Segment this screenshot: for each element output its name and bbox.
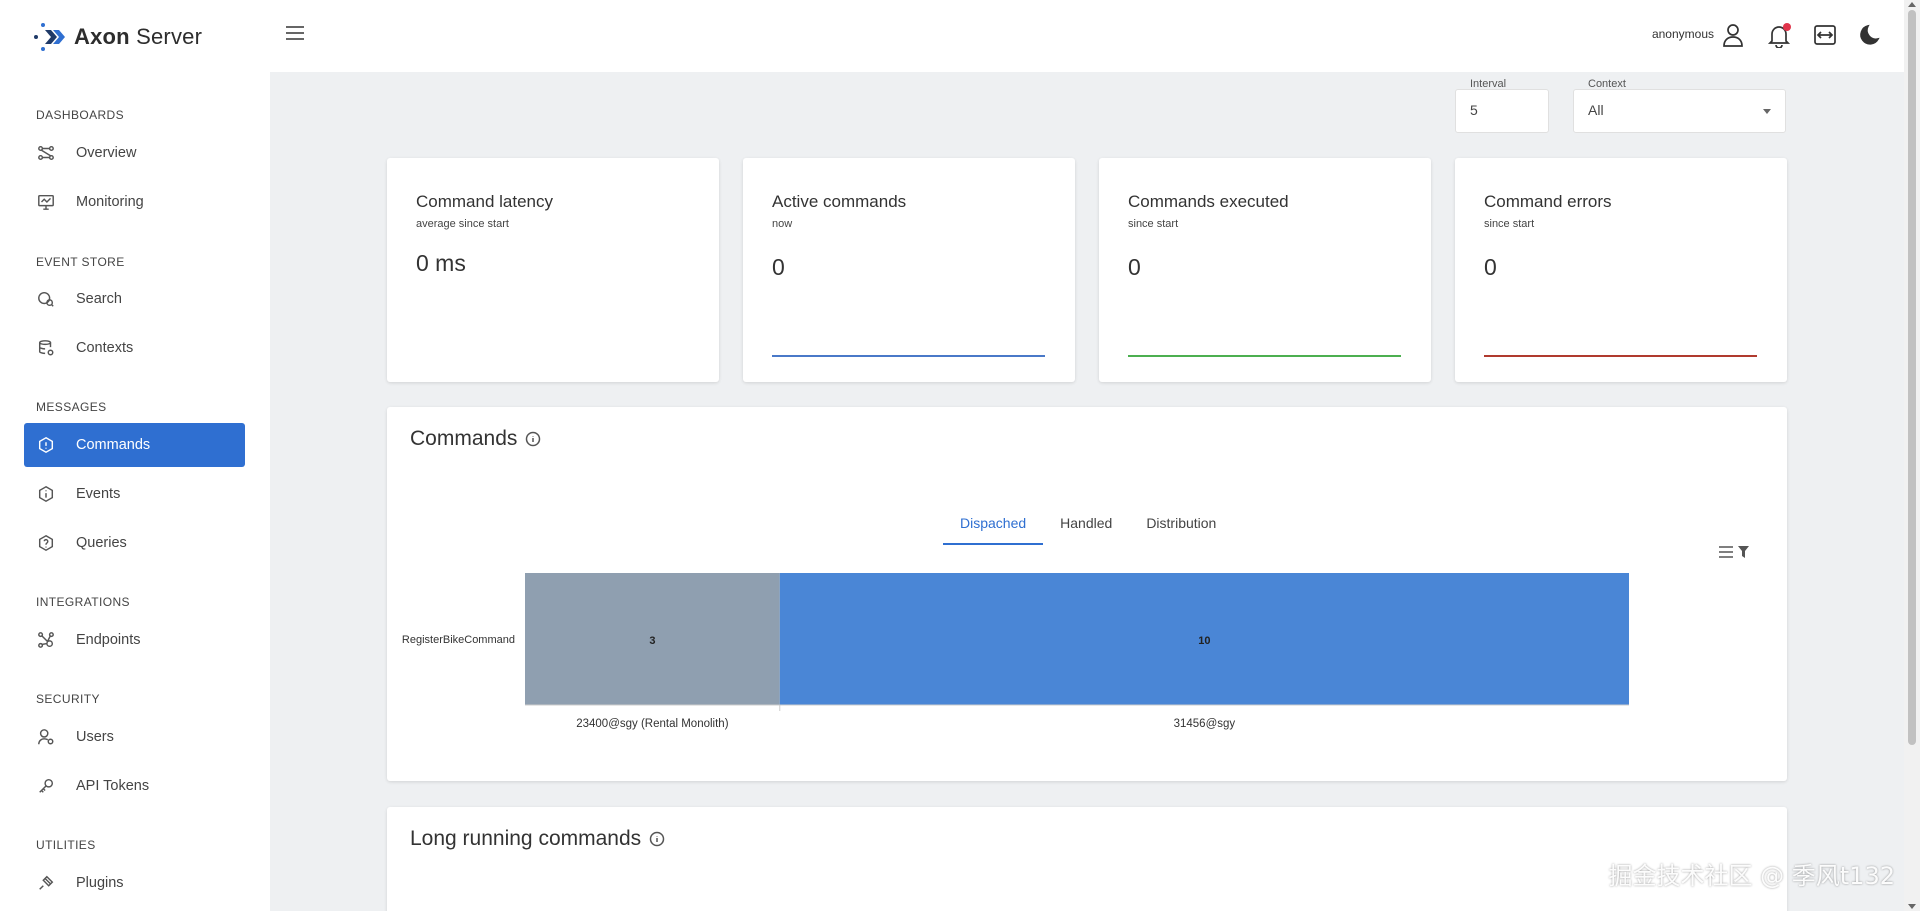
commands-panel: Commands Dispached Handled Distribution … [387, 407, 1787, 781]
panel-title-text: Long running commands [410, 827, 642, 850]
sidebar: Axon Server DASHBOARDS Overview Monitori… [0, 0, 270, 911]
nav-section-event-store: EVENT STORE [36, 255, 125, 269]
stat-subtitle: since start [1128, 218, 1179, 230]
stat-title: Command latency [416, 192, 554, 211]
sidebar-item-events[interactable]: Events [24, 472, 245, 516]
query-icon [36, 533, 56, 553]
logo[interactable]: Axon Server [30, 18, 202, 56]
scroll-down-arrow-icon[interactable] [1908, 904, 1916, 909]
top-bar: anonymous [270, 0, 1904, 72]
sidebar-item-users[interactable]: Users [24, 715, 245, 759]
axon-logo-icon [34, 23, 65, 51]
sidebar-item-label: Plugins [76, 875, 124, 891]
dark-mode-moon-icon[interactable] [1858, 22, 1884, 48]
menu-toggle-icon[interactable] [286, 26, 304, 42]
sparkline [1484, 355, 1757, 357]
sidebar-item-api-tokens[interactable]: API Tokens [24, 764, 245, 808]
sidebar-item-monitoring[interactable]: Monitoring [24, 180, 245, 224]
nav-section-integrations: INTEGRATIONS [36, 595, 130, 609]
user-icon[interactable] [1720, 22, 1746, 48]
scroll-thumb[interactable] [1908, 10, 1916, 745]
nav-section-utilities: UTILITIES [36, 838, 96, 852]
stat-card-active-commands: Active commands now 0 [743, 158, 1075, 382]
sidebar-item-contexts[interactable]: Contexts [24, 326, 245, 370]
y-tick-label: RegisterBikeCommand [402, 634, 515, 646]
search-icon [36, 289, 56, 309]
long-running-panel-title: Long running commands [410, 827, 665, 851]
stat-subtitle: now [772, 218, 793, 230]
x-tick-label: 23400@sgy (Rental Monolith) [576, 718, 728, 730]
sidebar-item-label: Contexts [76, 340, 134, 356]
notification-dot [1783, 23, 1791, 31]
interval-input[interactable]: Interval 5 [1455, 78, 1549, 133]
interval-value: 5 [1470, 102, 1478, 118]
sidebar-item-label: API Tokens [76, 778, 150, 794]
sidebar-item-label: Overview [76, 145, 137, 161]
data-label: 3 [649, 635, 655, 647]
sparkline [772, 355, 1045, 357]
sidebar-item-search[interactable]: Search [24, 277, 245, 321]
sidebar-item-label: Users [76, 729, 114, 745]
stat-card-commands-executed: Commands executed since start 0 [1099, 158, 1431, 382]
main-content: Interval 5 Context All Command latency a… [270, 72, 1904, 911]
stat-title: Command errors [1484, 192, 1612, 211]
sidebar-item-label: Queries [76, 535, 127, 551]
sidebar-item-plugins[interactable]: Plugins [24, 861, 245, 905]
sidebar-item-label: Endpoints [76, 632, 141, 648]
sidebar-item-label: Monitoring [76, 194, 144, 210]
data-label: 10 [1198, 635, 1210, 647]
commands-bar-chart: RegisterBikeCommand 3 23400@sgy (Rental Mo… [402, 573, 1629, 730]
sparkline [1128, 355, 1401, 357]
stat-value: 0 [1128, 254, 1141, 280]
page-scrollbar[interactable] [1904, 0, 1920, 911]
interval-label: Interval [1470, 78, 1507, 90]
scroll-up-arrow-icon[interactable] [1908, 2, 1916, 7]
x-tick-label: 31456@sgy [1174, 718, 1236, 730]
overview-icon [36, 143, 56, 163]
sidebar-item-label: Events [76, 486, 121, 502]
plugin-icon [36, 873, 56, 893]
endpoints-icon [36, 630, 56, 650]
context-select[interactable]: Context All [1573, 78, 1786, 133]
monitoring-icon [36, 192, 56, 212]
toggle-width-icon[interactable] [1812, 22, 1838, 48]
stat-value: 0 [772, 254, 785, 280]
context-label: Context [1588, 78, 1626, 90]
logo-text: Axon Server [74, 24, 203, 49]
sidebar-item-endpoints[interactable]: Endpoints [24, 618, 245, 662]
stat-card-command-errors: Command errors since start 0 [1455, 158, 1787, 382]
watermark-text: 掘金技术社区 @ 季风t132 [1608, 862, 1895, 890]
stat-value: 0 [1484, 254, 1497, 280]
command-icon [36, 435, 56, 455]
sidebar-item-commands[interactable]: Commands [24, 423, 245, 467]
stat-subtitle: since start [1484, 218, 1535, 230]
chevron-down-icon [1763, 109, 1771, 114]
user-name: anonymous [1651, 27, 1714, 41]
context-value: All [1588, 102, 1604, 118]
stat-card-command-latency: Command latency average since start 0 ms [387, 158, 719, 382]
notifications-bell-icon[interactable] [1766, 22, 1792, 49]
sidebar-item-label: Commands [76, 437, 151, 453]
sidebar-item-label: Search [76, 291, 122, 307]
database-icon [36, 338, 56, 358]
users-icon [36, 727, 56, 747]
nav-section-messages: MESSAGES [36, 400, 107, 414]
nav-section-dashboards: DASHBOARDS [36, 108, 125, 122]
stat-title: Commands executed [1128, 192, 1289, 211]
stat-subtitle: average since start [416, 218, 509, 230]
sidebar-item-queries[interactable]: Queries [24, 521, 245, 565]
event-icon [36, 484, 56, 504]
long-running-panel: Long running commands [387, 807, 1787, 911]
key-icon [36, 776, 56, 796]
sidebar-item-overview[interactable]: Overview [24, 131, 245, 175]
stat-title: Active commands [772, 192, 907, 211]
info-icon[interactable] [649, 831, 665, 847]
nav-section-security: SECURITY [36, 692, 100, 706]
stat-value: 0 ms [416, 250, 466, 276]
